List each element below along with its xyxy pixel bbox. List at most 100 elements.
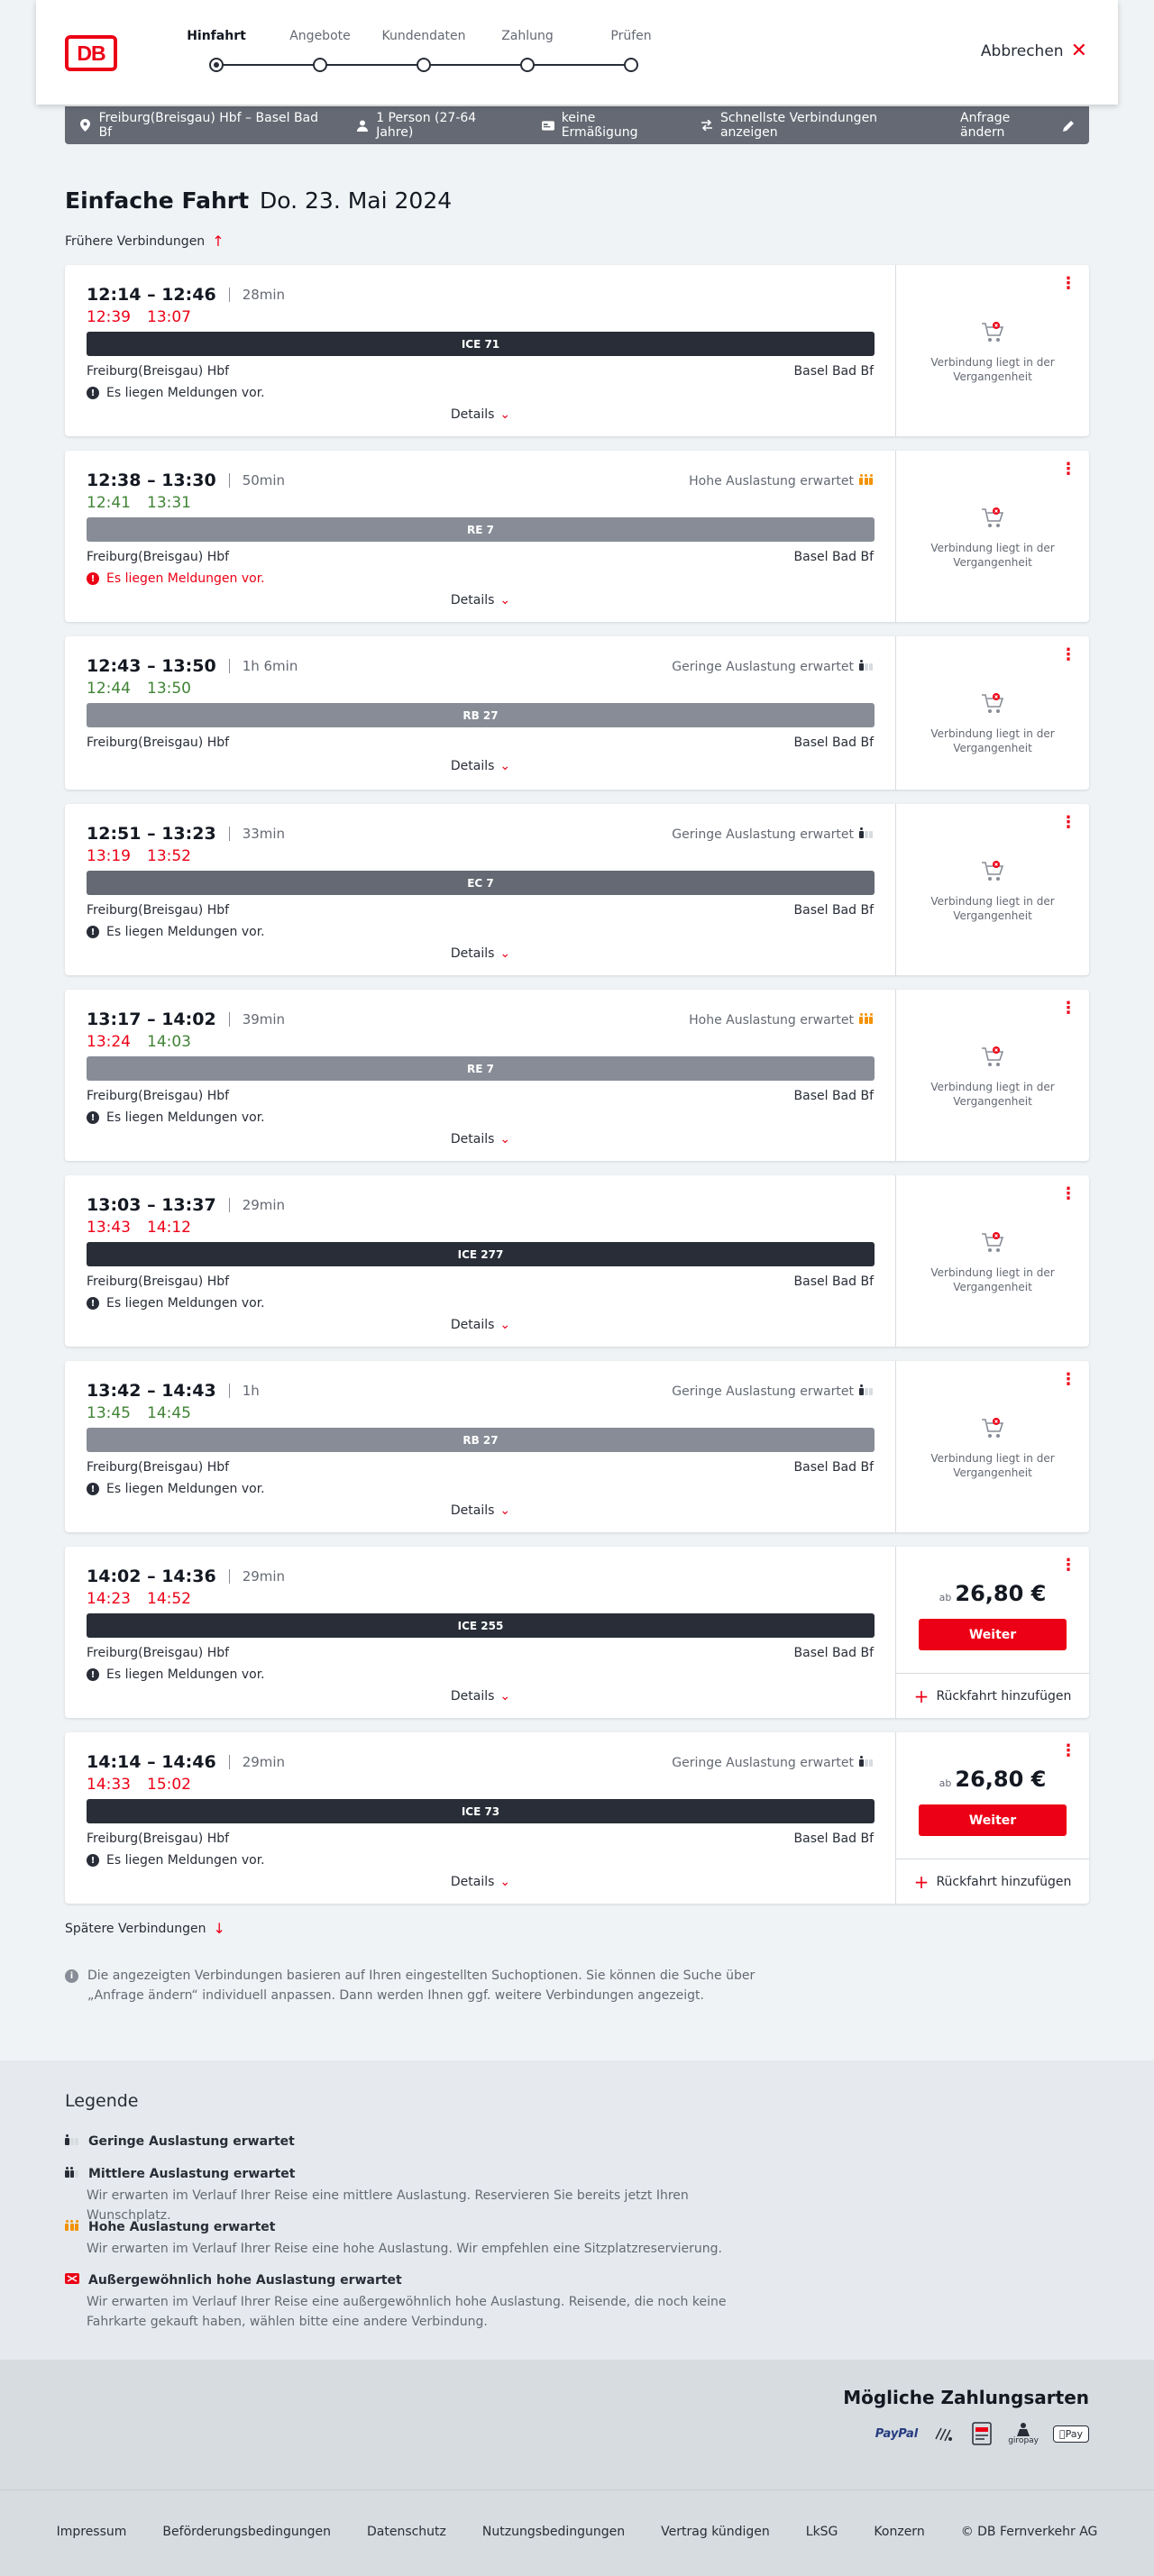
disruption-message[interactable]: ! Es liegen Meldungen vor. (87, 1110, 265, 1125)
more-options-icon[interactable]: ⋮ (1060, 1557, 1076, 1574)
train-bar[interactable]: ICE 73 (87, 1799, 875, 1823)
destination-station: Basel Bad Bf (793, 364, 874, 379)
connection-card: 13:42 – 14:43 1h 13:45 14:45 Geringe Auslast… (65, 1361, 1089, 1532)
origin-station: Freiburg(Breisgau) Hbf (87, 1832, 230, 1846)
train-bar[interactable]: RB 27 (87, 703, 875, 727)
scheduled-times: 14:02 – 14:36 29min (87, 1567, 286, 1586)
divider (228, 1384, 230, 1398)
footer-link-impressum[interactable]: Impressum (57, 2525, 127, 2539)
duration: 29min (242, 1754, 286, 1770)
more-options-icon[interactable]: ⋮ (1060, 276, 1076, 292)
details-toggle[interactable]: Details ⌄ (65, 1503, 896, 1518)
connection-details: 14:02 – 14:36 29min 14:23 14:52 ICE 255 Freib… (65, 1547, 896, 1718)
sepa-invoice-icon (970, 2421, 994, 2446)
booking-panel: ⋮ Verbindung liegt in der Vergangenheit (896, 451, 1089, 622)
destination-station: Basel Bad Bf (793, 735, 874, 750)
more-options-icon[interactable]: ⋮ (1060, 1186, 1076, 1202)
details-toggle[interactable]: Details ⌄ (65, 1875, 896, 1889)
footer-link-lksg[interactable]: LkSG (806, 2525, 838, 2539)
step-hinfahrt[interactable]: Hinfahrt (162, 29, 270, 72)
step-pruefen[interactable]: Prüfen (577, 29, 685, 72)
booking-stepper: Hinfahrt Angebote Kundendaten Zahlung Pr… (187, 29, 685, 83)
weiter-button[interactable]: Weiter (919, 1804, 1067, 1836)
alert-icon: ! (87, 572, 99, 585)
cart-unavailable-icon (896, 860, 1089, 887)
step-kundendaten[interactable]: Kundendaten (370, 29, 478, 72)
details-toggle[interactable]: Details ⌄ (65, 1689, 896, 1704)
cart-unavailable-icon (896, 507, 1089, 534)
more-options-icon[interactable]: ⋮ (1060, 1000, 1076, 1017)
train-bar[interactable]: RB 27 (87, 1428, 875, 1452)
price: ab 26,80 € (939, 1767, 1047, 1792)
payment-methods-section: Mögliche Zahlungsarten PayPal giropay P… (0, 2360, 1154, 2489)
train-bar[interactable]: ICE 255 (87, 1613, 875, 1638)
more-options-icon[interactable]: ⋮ (1060, 461, 1076, 478)
footer-link-konzern[interactable]: Konzern (874, 2525, 924, 2539)
price: ab 26,80 € (939, 1581, 1047, 1606)
cart-unavailable-icon (896, 1046, 1089, 1073)
train-bar[interactable]: RE 7 (87, 517, 875, 542)
footer-link-nutzungsbedingungen[interactable]: Nutzungsbedingungen (482, 2525, 625, 2539)
realtime-times: 12:41 13:31 (87, 494, 191, 512)
disruption-message[interactable]: ! Es liegen Meldungen vor. (87, 1667, 265, 1682)
disruption-message[interactable]: ! Es liegen Meldungen vor. (87, 571, 265, 586)
booking-panel: ⋮ Verbindung liegt in der Vergangenheit (896, 990, 1089, 1161)
load-low-icon (859, 660, 874, 674)
details-toggle[interactable]: Details ⌄ (65, 1318, 896, 1332)
train-bar[interactable]: ICE 277 (87, 1242, 875, 1266)
more-options-icon[interactable]: ⋮ (1060, 647, 1076, 663)
more-options-icon[interactable]: ⋮ (1060, 1372, 1076, 1388)
details-toggle[interactable]: Details ⌄ (65, 407, 896, 422)
disruption-message[interactable]: ! Es liegen Meldungen vor. (87, 925, 265, 939)
step-angebote[interactable]: Angebote (266, 29, 374, 72)
footer-link-datenschutz[interactable]: Datenschutz (367, 2525, 446, 2539)
apple-pay-icon: Pay (1053, 2425, 1089, 2443)
train-bar[interactable]: RE 7 (87, 1056, 875, 1081)
later-connections-link[interactable]: Spätere Verbindungen ↓ (65, 1920, 225, 1937)
cancel-button[interactable]: Abbrechen ✕ (981, 41, 1087, 61)
origin-station: Freiburg(Breisgau) Hbf (87, 550, 230, 564)
load-high-icon (65, 2220, 79, 2234)
load-high-icon (859, 1013, 874, 1028)
db-logo[interactable]: DB (65, 35, 117, 71)
weiter-button[interactable]: Weiter (919, 1619, 1067, 1650)
connection-details: 12:38 – 13:30 50min 12:41 13:31 Hohe Auslast… (65, 451, 896, 622)
add-return-trip-button[interactable]: + Rückfahrt hinzufügen (896, 1859, 1089, 1904)
origin-station: Freiburg(Breisgau) Hbf (87, 364, 230, 379)
disruption-message[interactable]: ! Es liegen Meldungen vor. (87, 1853, 265, 1868)
more-options-icon[interactable]: ⋮ (1060, 1743, 1076, 1759)
alert-icon: ! (87, 1111, 99, 1124)
connection-details: 14:14 – 14:46 29min 14:33 15:02 Geringe Ausl… (65, 1732, 896, 1904)
alert-icon: ! (87, 1854, 99, 1867)
disruption-message[interactable]: ! Es liegen Meldungen vor. (87, 1296, 265, 1311)
disruption-message[interactable]: ! Es liegen Meldungen vor. (87, 1482, 265, 1496)
details-toggle[interactable]: Details ⌄ (65, 1132, 896, 1146)
destination-station: Basel Bad Bf (793, 1460, 874, 1475)
train-bar[interactable]: ICE 71 (87, 332, 875, 356)
disruption-message[interactable]: ! Es liegen Meldungen vor. (87, 386, 265, 400)
location-pin-icon (79, 119, 92, 132)
step-dot (417, 58, 431, 72)
duration: 1h 6min (242, 658, 298, 674)
details-toggle[interactable]: Details ⌄ (65, 946, 896, 961)
change-request-button[interactable]: Anfrage ändern (960, 111, 1075, 140)
payment-methods-title: Mögliche Zahlungsarten (843, 2387, 1089, 2408)
more-options-icon[interactable]: ⋮ (1060, 815, 1076, 831)
realtime-times: 13:24 14:03 (87, 1033, 191, 1051)
footer-link-befoerderungsbedingungen[interactable]: Beförderungsbedingungen (162, 2525, 331, 2539)
scheduled-times: 13:03 – 13:37 29min (87, 1195, 286, 1215)
earlier-connections-link[interactable]: Frühere Verbindungen ↑ (65, 233, 224, 250)
add-return-trip-button[interactable]: + Rückfahrt hinzufügen (896, 1673, 1089, 1718)
footer-link-vertrag-kuendigen[interactable]: Vertrag kündigen (661, 2525, 770, 2539)
bahncard-icon (541, 119, 554, 132)
details-toggle[interactable]: Details ⌄ (65, 593, 896, 607)
divider (228, 1198, 230, 1212)
chevron-down-icon: ⌄ (499, 1132, 511, 1146)
occupancy-forecast: Geringe Auslastung erwartet (672, 660, 874, 674)
step-zahlung[interactable]: Zahlung (473, 29, 582, 72)
train-bar[interactable]: EC 7 (87, 871, 875, 895)
divider (228, 473, 230, 488)
details-toggle[interactable]: Details ⌄ (65, 759, 896, 773)
occupancy-forecast: Geringe Auslastung erwartet (672, 1756, 874, 1770)
scheduled-times: 12:43 – 13:50 1h 6min (87, 656, 298, 676)
